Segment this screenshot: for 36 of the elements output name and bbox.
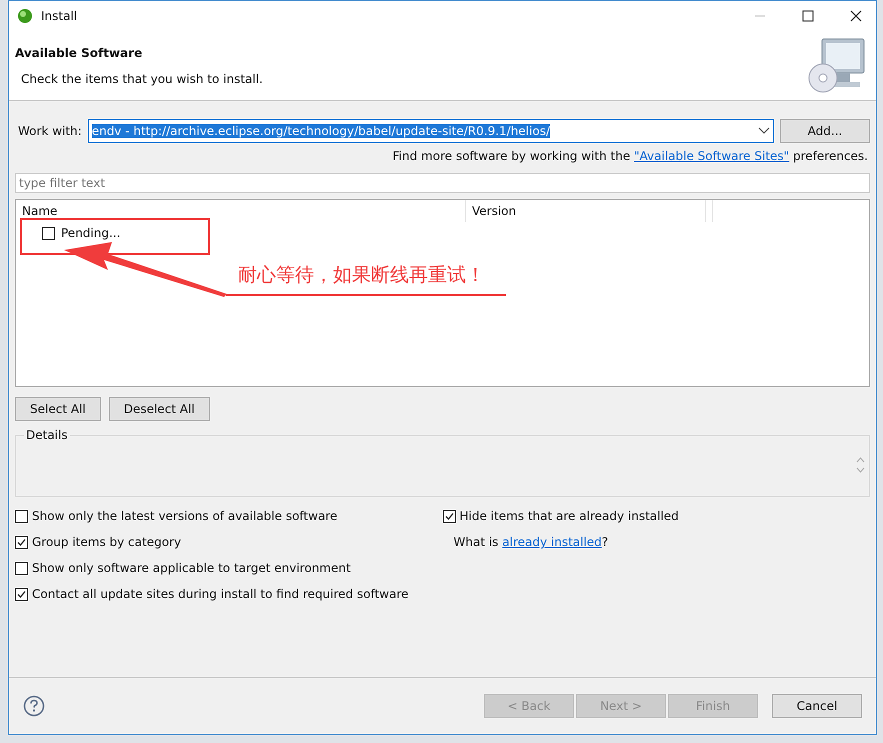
column-header[interactable]: Name — [16, 200, 466, 222]
checkbox[interactable] — [442, 510, 456, 522]
option-label: Show only software applicable to target environment — [32, 561, 351, 575]
computer-disc-icon — [806, 36, 866, 96]
work-with-label: Work with: — [17, 124, 82, 138]
filter-field[interactable]: type filter text — [15, 173, 870, 193]
work-with-combo[interactable]: endv - http://archive.eclipse.org/technology/babel/update-site/R0.9.1/helios/ — [88, 119, 774, 143]
option-label: Group items by category — [32, 535, 182, 549]
deselect-all-button[interactable]: Deselect All — [108, 397, 210, 421]
column-header[interactable]: Version — [466, 200, 706, 222]
add-button[interactable]: Add... — [780, 119, 870, 143]
checkbox[interactable] — [15, 588, 28, 600]
maximize-icon[interactable] — [802, 10, 814, 22]
window-title: Install — [41, 9, 78, 23]
option-label: Contact all update sites during install to find required software — [32, 587, 409, 601]
checkbox[interactable] — [15, 562, 28, 574]
dropdown-caret-icon[interactable] — [758, 127, 770, 135]
option-label: Hide items that are already installed — [460, 509, 679, 523]
close-icon[interactable] — [850, 10, 862, 22]
already-installed-link[interactable]: already installed — [502, 535, 602, 549]
what-is-text: What is already installed? — [452, 534, 610, 551]
app-icon — [17, 8, 33, 24]
select-all-button[interactable]: Select All — [15, 397, 101, 421]
details-label: Details — [24, 428, 70, 442]
checkbox[interactable] — [15, 536, 28, 548]
table-cell: Pending... — [61, 226, 120, 240]
find-more-text: Find more software by working with the "Available Software Sites" preferences. — [392, 149, 868, 163]
option-label: Show only the latest versions of available software — [32, 509, 338, 523]
page-title: Available Software — [15, 46, 144, 60]
annotation-text: 耐心等待，如果断线再重试！ — [238, 263, 485, 288]
available-software-sites-link[interactable]: "Available Software Sites" — [634, 149, 790, 163]
wizard-button[interactable]: Cancel — [772, 694, 862, 718]
checkbox[interactable] — [42, 226, 55, 240]
checkbox[interactable] — [15, 510, 28, 522]
help-icon[interactable] — [23, 695, 45, 717]
page-subtitle: Check the items that you wish to install. — [20, 72, 264, 86]
